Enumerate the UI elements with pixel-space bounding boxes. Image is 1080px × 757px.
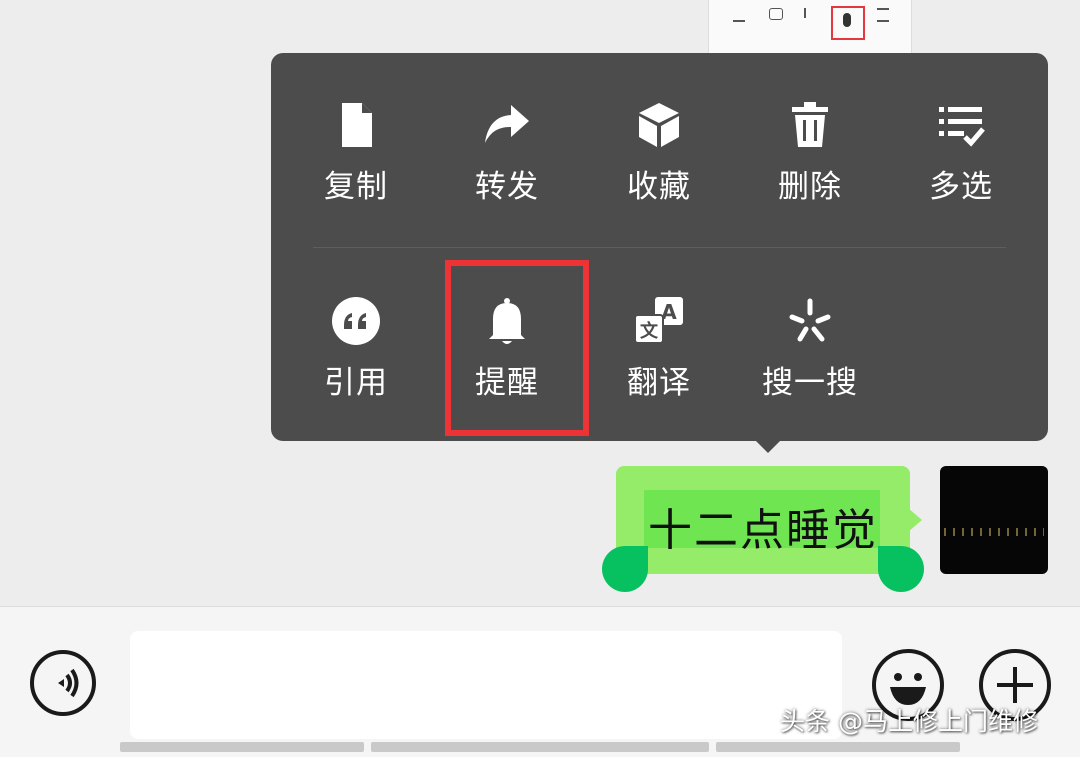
quote-icon [332, 297, 380, 345]
message-bubble[interactable]: 十二点睡觉 [616, 466, 910, 574]
forward-arrow-icon [485, 105, 529, 143]
watermark: 头条 @马上修上门维修 [780, 707, 1038, 736]
bubble-tail [908, 508, 922, 532]
menu-item-label: 转发 [475, 169, 539, 205]
menu-item-label: 翻译 [627, 365, 691, 401]
message-input[interactable] [130, 631, 842, 739]
voice-icon [58, 668, 79, 698]
menu-item-multiselect[interactable]: 多选 [901, 99, 1021, 239]
search-sparkle-icon [789, 298, 831, 342]
menu-item-label: 复制 [324, 169, 388, 205]
peek-icon [877, 8, 889, 22]
peek-icon [769, 8, 783, 20]
embedded-screenshot-peek [708, 0, 912, 60]
highlight-box-remind [445, 260, 589, 436]
menu-item-label: 引用 [324, 365, 388, 401]
menu-item-label: 删除 [778, 169, 842, 205]
mic-icon [843, 13, 851, 27]
menu-item-label: 收藏 [627, 169, 691, 205]
avatar[interactable] [940, 466, 1048, 574]
menu-item-delete[interactable]: 删除 [750, 99, 870, 239]
keyboard-strip [716, 742, 960, 752]
avatar-city-lights [944, 528, 1044, 536]
menu-item-label: 搜一搜 [762, 365, 858, 401]
translate-icon: A 文 [634, 297, 683, 344]
keyboard-strip [371, 742, 709, 752]
mic-highlight-box [831, 6, 865, 40]
menu-item-forward[interactable]: 转发 [447, 99, 567, 239]
menu-item-copy[interactable]: 复制 [296, 99, 416, 239]
keyboard-strip [120, 742, 364, 752]
menu-item-quote[interactable]: 引用 [296, 295, 416, 435]
menu-item-label: 多选 [929, 169, 993, 205]
menu-pointer [754, 439, 782, 453]
peek-icon [804, 8, 818, 18]
checklist-icon [939, 107, 985, 147]
cube-icon [639, 103, 679, 147]
selection-handle-left[interactable] [602, 546, 648, 592]
menu-item-translate[interactable]: A 文 翻译 [599, 295, 719, 435]
document-icon [342, 103, 372, 147]
message-text[interactable]: 十二点睡觉 [648, 494, 878, 558]
menu-divider [313, 247, 1006, 248]
menu-item-favorite[interactable]: 收藏 [599, 99, 719, 239]
voice-button[interactable] [30, 650, 96, 716]
selection-handle-right[interactable] [878, 546, 924, 592]
peek-icon [733, 10, 745, 22]
trash-icon [792, 102, 828, 147]
svg-text:文: 文 [640, 320, 659, 342]
message-context-menu: 复制 转发 收藏 删除 多选 引用 提醒 A 文 翻译 搜一搜 [271, 53, 1048, 441]
menu-item-search[interactable]: 搜一搜 [750, 295, 870, 435]
